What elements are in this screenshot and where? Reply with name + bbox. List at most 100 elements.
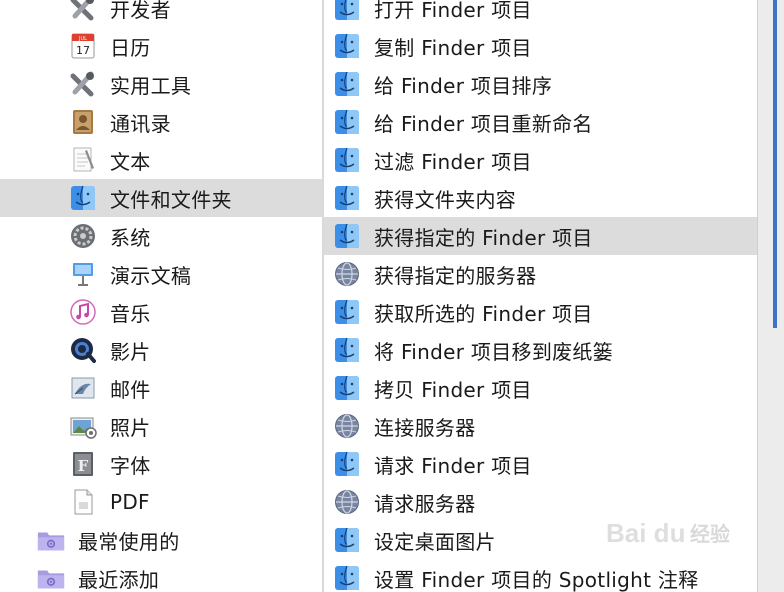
svg-text:17: 17 [76, 44, 90, 57]
photos-icon [68, 411, 98, 441]
library-item[interactable]: 照片 [0, 407, 322, 445]
action-item[interactable]: 获得文件夹内容 [324, 179, 757, 217]
action-item-label: 给 Finder 项目排序 [374, 73, 553, 98]
svg-text:F: F [78, 457, 89, 475]
library-item[interactable]: PDF [0, 483, 322, 521]
smart-folder-icon [36, 563, 66, 592]
finder-icon [332, 449, 362, 479]
finder-icon [332, 297, 362, 327]
action-item[interactable]: 拷贝 Finder 项目 [324, 369, 757, 407]
action-item-label: 获得指定的 Finder 项目 [374, 225, 593, 250]
music-icon [68, 297, 98, 327]
workflow-area-edge [757, 0, 784, 592]
paw-logo-icon: Bai du [606, 518, 685, 548]
svg-text:JUL: JUL [78, 36, 87, 42]
network-globe-icon [332, 411, 362, 441]
library-item[interactable]: F 字体 [0, 445, 322, 483]
presentation-icon [68, 259, 98, 289]
action-item[interactable]: 获取所选的 Finder 项目 [324, 293, 757, 331]
action-item[interactable]: 连接服务器 [324, 407, 757, 445]
finder-icon [332, 183, 362, 213]
calendar-icon: JUL 17 [68, 31, 98, 61]
library-list: 开发者 JUL 17 日历实用工具通讯录文本文件和文件夹系统演示文稿音乐影片邮件照片 F… [0, 0, 322, 592]
finder-icon [68, 183, 98, 213]
developer-icon [68, 0, 98, 23]
finder-icon [332, 335, 362, 365]
finder-icon [332, 563, 362, 592]
finder-icon [332, 0, 362, 23]
finder-icon [332, 221, 362, 251]
action-item[interactable]: 打开 Finder 项目 [324, 0, 757, 27]
action-item[interactable]: 获得指定的 Finder 项目 [324, 217, 757, 255]
library-item[interactable]: 文件和文件夹 [0, 179, 322, 217]
library-item[interactable]: 演示文稿 [0, 255, 322, 293]
actions-list: 打开 Finder 项目 复制 Finder 项目给 Finder 项目排序给 F… [324, 0, 757, 592]
watermark-brand: Bai du [606, 518, 685, 548]
action-item-label: 打开 Finder 项目 [374, 0, 532, 22]
finder-icon [332, 145, 362, 175]
library-folder[interactable]: 最常使用的 [0, 521, 322, 559]
library-item-label: 音乐 [110, 301, 151, 326]
quicktime-icon [68, 335, 98, 365]
library-item[interactable]: 系统 [0, 217, 322, 255]
action-item[interactable]: 将 Finder 项目移到废纸篓 [324, 331, 757, 369]
library-item-label: 文本 [110, 149, 151, 174]
action-item[interactable]: 复制 Finder 项目 [324, 27, 757, 65]
watermark: Bai du 经验 [606, 512, 730, 552]
library-item[interactable]: 文本 [0, 141, 322, 179]
action-item-label: 获得文件夹内容 [374, 187, 517, 212]
text-icon [68, 145, 98, 175]
action-item-label: 设置 Finder 项目的 Spotlight 注释 [374, 567, 699, 592]
library-item-label: 日历 [110, 35, 151, 60]
finder-icon [332, 31, 362, 61]
action-item[interactable]: 给 Finder 项目重新命名 [324, 103, 757, 141]
finder-icon [332, 69, 362, 99]
library-folder[interactable]: 最近添加 [0, 559, 322, 592]
library-item-label: PDF [110, 490, 150, 514]
library-item-label: 通讯录 [110, 111, 171, 136]
action-item-label: 请求服务器 [374, 491, 476, 516]
library-item-label: 字体 [110, 453, 151, 478]
action-item[interactable]: 获得指定的服务器 [324, 255, 757, 293]
library-item[interactable]: 音乐 [0, 293, 322, 331]
action-item[interactable]: 过滤 Finder 项目 [324, 141, 757, 179]
library-item-label: 演示文稿 [110, 263, 192, 288]
library-item-label: 照片 [110, 415, 151, 440]
library-item-label: 实用工具 [110, 73, 192, 98]
action-item-label: 复制 Finder 项目 [374, 35, 532, 60]
smart-folder-icon [36, 525, 66, 555]
library-item[interactable]: 通讯录 [0, 103, 322, 141]
watermark-text: 经验 [690, 521, 730, 546]
library-item[interactable]: 开发者 [0, 0, 322, 27]
library-folder-label: 最近添加 [78, 567, 160, 592]
network-globe-icon [332, 259, 362, 289]
contacts-icon [68, 107, 98, 137]
library-item-label: 邮件 [110, 377, 151, 402]
action-item-label: 获取所选的 Finder 项目 [374, 301, 593, 326]
library-item-label: 系统 [110, 225, 151, 250]
library-item[interactable]: JUL 17 日历 [0, 27, 322, 65]
action-item[interactable]: 请求 Finder 项目 [324, 445, 757, 483]
mail-icon [68, 373, 98, 403]
action-item[interactable]: 给 Finder 项目排序 [324, 65, 757, 103]
workflow-focus-border [773, 0, 777, 328]
library-item-label: 影片 [110, 339, 151, 364]
system-icon [68, 221, 98, 251]
finder-icon [332, 525, 362, 555]
action-item-label: 获得指定的服务器 [374, 263, 537, 288]
library-item[interactable]: 邮件 [0, 369, 322, 407]
library-item-label: 开发者 [110, 0, 171, 22]
pdf-icon [68, 487, 98, 517]
action-item-label: 连接服务器 [374, 415, 476, 440]
utilities-icon [68, 69, 98, 99]
action-item-label: 过滤 Finder 项目 [374, 149, 532, 174]
finder-icon [332, 107, 362, 137]
library-item[interactable]: 影片 [0, 331, 322, 369]
action-item-label: 将 Finder 项目移到废纸篓 [374, 339, 614, 364]
network-globe-icon [332, 487, 362, 517]
action-item-label: 设定桌面图片 [374, 529, 496, 554]
library-folder-label: 最常使用的 [78, 529, 180, 554]
action-item[interactable]: 设置 Finder 项目的 Spotlight 注释 [324, 559, 757, 592]
action-item-label: 拷贝 Finder 项目 [374, 377, 532, 402]
library-item[interactable]: 实用工具 [0, 65, 322, 103]
